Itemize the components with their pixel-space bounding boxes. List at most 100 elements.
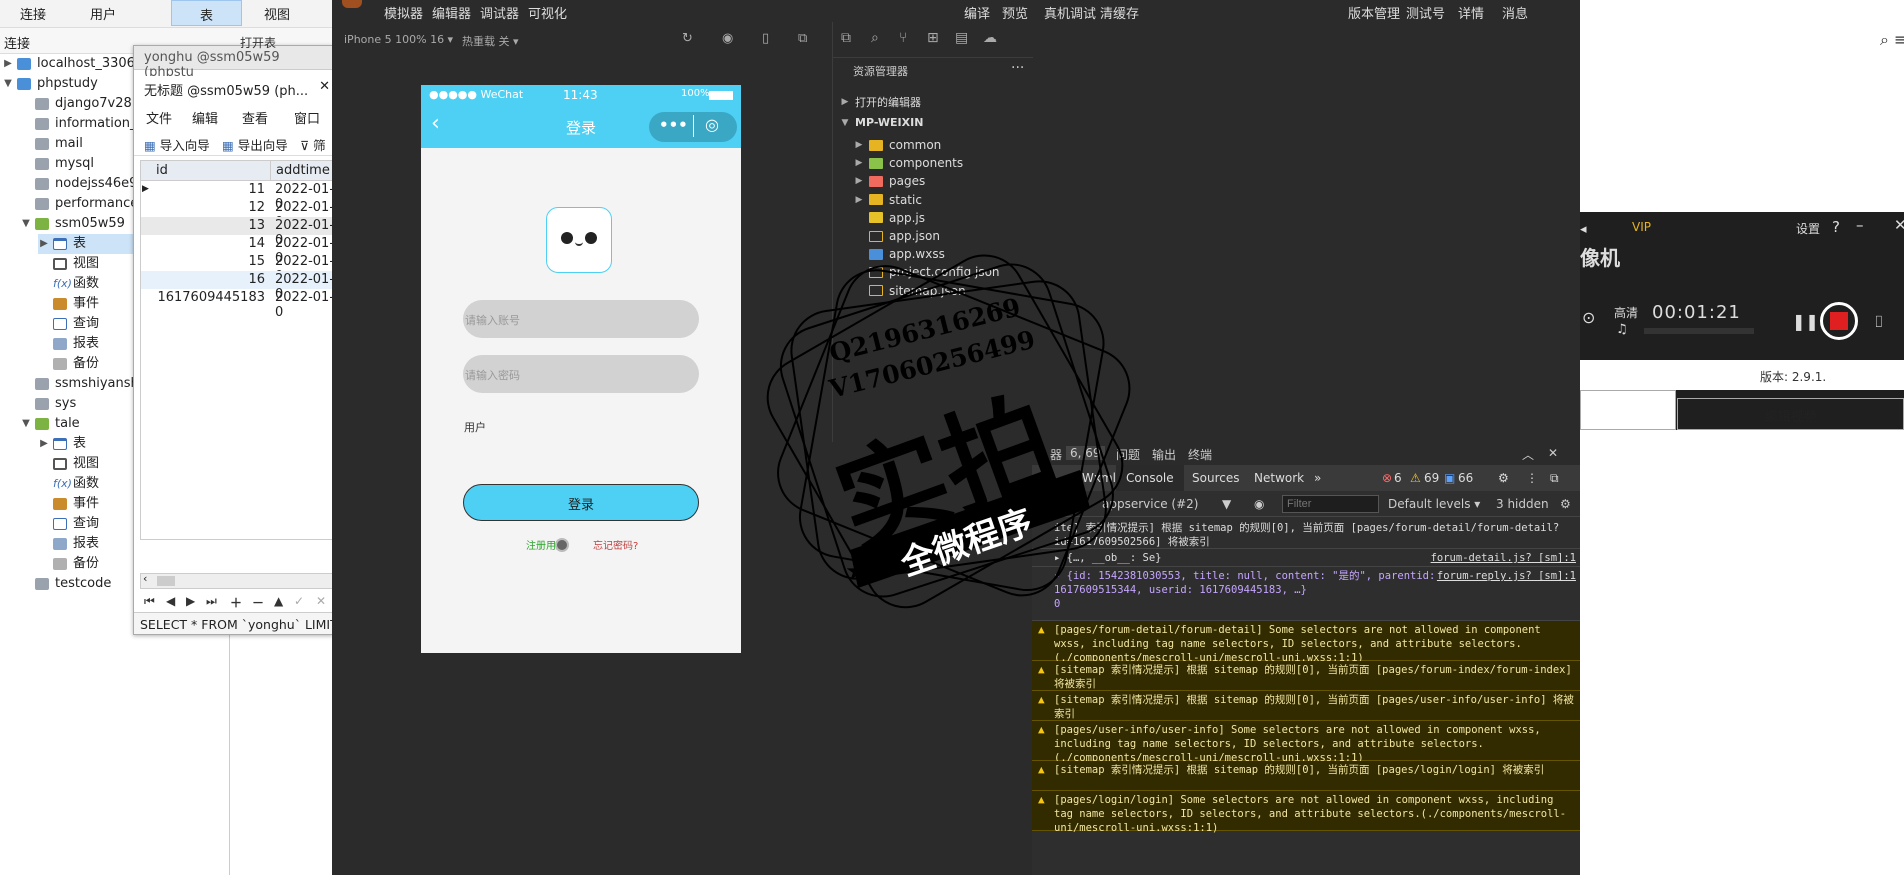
cell-id[interactable]: 1617609445183 [157, 290, 265, 305]
table-row[interactable]: 16 2022-01-0 [141, 271, 335, 302]
eye-icon[interactable]: ◉ [1254, 497, 1264, 511]
chevron-down-icon[interactable]: ▼ [20, 214, 32, 234]
console-settings-icon[interactable]: ⚙ [1560, 497, 1571, 511]
vip-badge[interactable]: VIP [1632, 220, 1651, 234]
stop-icon[interactable]: ◉ [722, 31, 733, 46]
export-wizard-button[interactable]: ▦ 导出向导 [222, 135, 288, 154]
context-dropdown-icon[interactable]: ▼ [1222, 497, 1231, 511]
toolbar-connect-button[interactable]: 连接 [20, 4, 46, 23]
password-input[interactable]: 请输入密码 [463, 355, 699, 393]
clear-console-icon[interactable]: ⊘ [1064, 497, 1074, 511]
console-warning-entry[interactable]: ▲ [sitemap 索引情况提示] 根据 sitemap 的规则[0], 当前页… [1032, 661, 1580, 691]
files-icon[interactable]: ⧉ [841, 30, 851, 46]
toolbar-user-button[interactable]: 用户 [90, 4, 116, 23]
help-icon[interactable]: ? [1832, 218, 1840, 236]
menu-remote-debug[interactable]: 真机调试 [1044, 3, 1096, 22]
tab-untitled-query[interactable]: 无标题 @ssm05w59 (ph... ✕ [134, 76, 334, 100]
kebab-menu-icon[interactable]: ⋮ [1526, 471, 1538, 485]
tab-sources[interactable]: Sources [1192, 471, 1239, 485]
close-icon[interactable]: ✕ [319, 79, 330, 94]
account-input[interactable]: 请输入账号 [463, 300, 699, 338]
cell-id[interactable]: 14 [248, 236, 265, 251]
table-row[interactable]: ▶ 11 2022-01-0 [141, 181, 335, 212]
sidebar-toggle-icon[interactable]: ▸▌ [1040, 497, 1055, 511]
console-warning-entry[interactable]: ▲ [pages/user-info/user-info] Some select… [1032, 721, 1580, 764]
file-tree-item[interactable]: app.wxss [853, 247, 945, 261]
cloud-icon[interactable]: ☁ [983, 30, 997, 46]
phone-icon[interactable]: ▯ [762, 31, 769, 46]
tab-console[interactable]: Console [1116, 465, 1184, 491]
open-editors-section[interactable]: ▶ 打开的编辑器 [839, 94, 921, 110]
console-log-entry[interactable]: forum-reply.js? [sm]:1 ▸ {id: 15423810305… [1032, 567, 1580, 621]
toolbar-table-button[interactable]: 表 [171, 0, 243, 26]
recorder-left-slot[interactable] [1580, 390, 1676, 430]
camera-toggle-icon[interactable]: ⊙ [1582, 308, 1595, 327]
info-count-icon[interactable]: ▣ [1444, 471, 1455, 485]
forgot-password-link[interactable]: 忘记密码? [593, 537, 638, 552]
tab-output[interactable]: 输出 [1152, 446, 1176, 463]
close-icon[interactable]: ✕ [1894, 216, 1904, 234]
tab-yonghu[interactable]: yonghu @ssm05w59 (phpstu [134, 46, 334, 80]
chevron-right-icon[interactable]: ▶ [2, 54, 14, 74]
debug-icon[interactable]: ▤ [955, 30, 968, 46]
console-warning-entry[interactable]: ▲ [pages/forum-detail/forum-detail] Some … [1032, 621, 1580, 664]
menu-view[interactable]: 查看 [242, 108, 268, 127]
warning-count-icon[interactable]: ⚠ [1410, 471, 1421, 485]
settings-gear-icon[interactable]: ⚙ [1498, 471, 1509, 485]
cell-id[interactable]: 15 [248, 254, 265, 269]
file-tree-item[interactable]: app.js [853, 211, 925, 225]
file-tree-item[interactable]: ▶ common [853, 138, 942, 152]
capsule-menu[interactable]: ••• ◎ [649, 112, 737, 142]
error-count-icon[interactable]: ⊗ [1382, 471, 1392, 485]
chevron-right-icon[interactable]: ▶ [38, 434, 50, 454]
open-table-button[interactable]: 打开表 [240, 34, 276, 51]
delete-record-icon[interactable]: － [252, 594, 264, 611]
console-warning-entry[interactable]: ▲ [sitemap 索引情况提示] 根据 sitemap 的规则[0], 当前页… [1032, 761, 1580, 791]
menu-window[interactable]: 窗口 [294, 108, 320, 127]
hot-reload-toggle[interactable]: 热重载 关 ▾ [462, 33, 519, 49]
refresh-icon[interactable]: ↻ [682, 31, 693, 46]
console-warning-entry[interactable]: ▲ [sitemap 索引情况提示] 根据 sitemap 的规则[0], 当前页… [1032, 691, 1580, 721]
next-record-icon[interactable]: ▶ [186, 594, 195, 608]
menu-debugger[interactable]: 调试器 [480, 3, 519, 22]
menu-edit[interactable]: 编辑 [192, 108, 218, 127]
menu-file[interactable]: 文件 [146, 108, 172, 127]
chevron-right-icon[interactable]: ▶ [38, 234, 50, 254]
scroll-left-icon[interactable]: ‹ [143, 572, 147, 585]
scroll-thumb[interactable] [157, 576, 175, 586]
recorder-collapse-icon[interactable]: ◂ [1580, 222, 1587, 237]
cell-id[interactable]: 16 [248, 272, 265, 287]
log-levels-select[interactable]: Default levels ▾ [1388, 497, 1480, 511]
back-arrow-icon[interactable]: ‹ [431, 113, 440, 135]
toolbar-view-button[interactable]: 视图 [264, 4, 290, 23]
close-panel-icon[interactable]: ✕ [1548, 446, 1558, 460]
stop-record-button[interactable] [1820, 302, 1858, 340]
table-row[interactable]: 122022-01-0 [141, 199, 335, 230]
import-wizard-button[interactable]: ▦ 导入向导 [144, 135, 210, 154]
chevron-down-icon[interactable]: ▼ [20, 414, 32, 434]
close-target-icon[interactable]: ◎ [705, 115, 719, 134]
tab-terminal[interactable]: 终端 [1188, 446, 1212, 463]
file-tree-item[interactable]: sitemap.json [853, 284, 966, 298]
cell-addtime[interactable]: 2022-01-0 [275, 290, 335, 320]
cell-id[interactable]: 12 [248, 200, 265, 215]
console-warning-entry[interactable]: ▲ [pages/login/login] Some selectors are … [1032, 791, 1580, 834]
role-radio-user[interactable]: 用户 [464, 419, 486, 435]
tab-more[interactable]: » [1314, 471, 1321, 485]
more-dots-icon[interactable]: ••• [659, 116, 688, 134]
up-icon[interactable]: ▲ [274, 594, 283, 608]
tab-debugger[interactable]: 器 [1050, 446, 1062, 463]
column-header-id[interactable]: id [151, 161, 271, 181]
window-icon[interactable]: ⧉ [798, 31, 807, 46]
prev-record-icon[interactable]: ◀ [166, 594, 175, 608]
check-icon[interactable]: ✓ [294, 594, 304, 608]
dock-icon[interactable]: ⧉ [1550, 471, 1559, 486]
recorder-settings[interactable]: 设置 [1796, 220, 1820, 237]
screenshot-icon[interactable]: ⌷ [1874, 312, 1884, 332]
menu-details[interactable]: 详情 [1458, 3, 1484, 22]
menu-test-account[interactable]: 测试号 [1406, 3, 1445, 22]
column-header-addtime[interactable]: addtime [271, 161, 335, 181]
table-row[interactable]: 13 2022-01-0 [141, 217, 335, 248]
cancel-icon[interactable]: ✕ [316, 594, 326, 608]
git-branch-icon[interactable]: ⑂ [899, 30, 907, 46]
